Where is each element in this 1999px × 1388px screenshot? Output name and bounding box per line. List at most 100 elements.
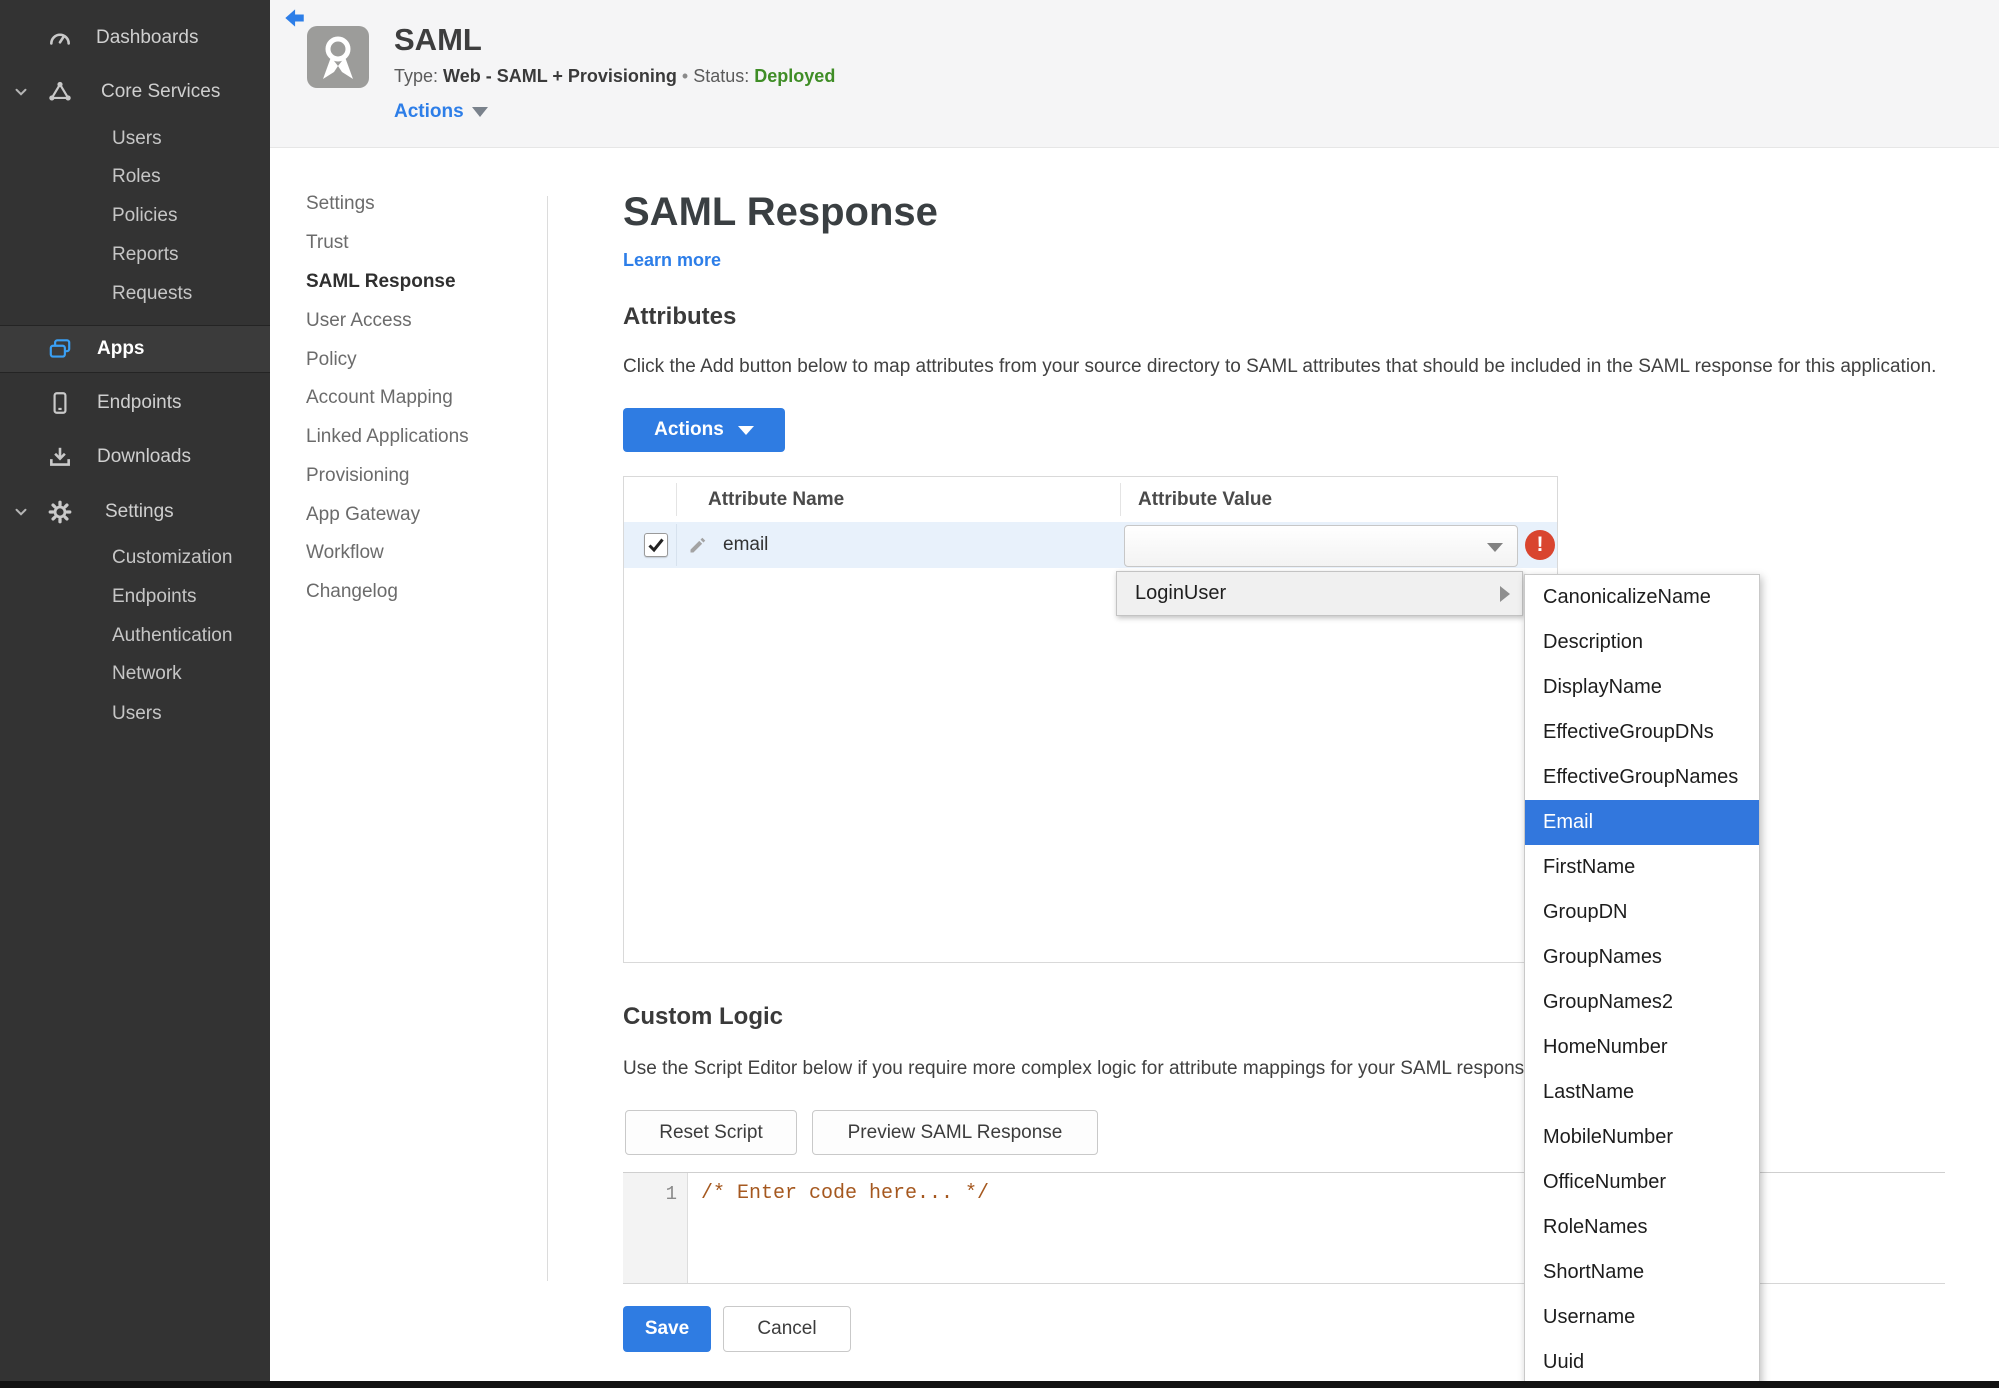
edit-pencil-icon[interactable] [688,535,708,555]
value-submenu: CanonicalizeName Description DisplayName… [1524,574,1760,1386]
sidebar-item-label: Users [112,703,162,724]
tab-settings[interactable]: Settings [306,193,375,215]
apps-icon [49,339,71,358]
sidebar-item-label: Roles [112,166,161,187]
nav-divider [547,196,548,1281]
menu-item[interactable]: Description [1525,620,1759,665]
sidebar-item-label: Core Services [101,81,221,102]
preview-saml-response-button[interactable]: Preview SAML Response [812,1110,1098,1155]
actions-button[interactable]: Actions [623,408,785,452]
menu-item[interactable]: OfficeNumber [1525,1160,1759,1205]
menu-item[interactable]: LastName [1525,1070,1759,1115]
menu-item[interactable]: GroupNames2 [1525,980,1759,1025]
row-divider [676,524,677,566]
page-title: SAML [394,22,482,57]
menu-item[interactable]: GroupNames [1525,935,1759,980]
sidebar-item-endpoints[interactable]: Endpoints [0,383,270,423]
chevron-down-icon[interactable] [12,83,30,101]
dashboard-gauge-icon [50,33,70,45]
tab-user-access[interactable]: User Access [306,310,412,332]
sidebar-item-policies[interactable]: Policies [0,196,270,236]
attributes-table: Attribute Name Attribute Value email ! [623,476,1558,963]
type-label: Type: [394,66,439,86]
sidebar-item-label: Settings [105,501,174,522]
sidebar-item-dashboards[interactable]: Dashboards [0,18,270,58]
sidebar-item-endpoints-settings[interactable]: Endpoints [0,577,270,617]
menu-item[interactable]: EffectiveGroupDNs [1525,710,1759,755]
sidebar-item-label: Dashboards [96,27,199,48]
tab-workflow[interactable]: Workflow [306,542,384,564]
editor-gutter: 1 [623,1173,688,1283]
chevron-down-icon [471,107,488,117]
menu-item[interactable]: RoleNames [1525,1205,1759,1250]
chevron-down-icon [737,425,754,435]
sidebar-item-downloads[interactable]: Downloads [0,437,270,477]
save-button[interactable]: Save [623,1306,711,1352]
row-checkbox[interactable] [644,533,668,557]
tab-trust[interactable]: Trust [306,232,349,254]
tab-linked-applications[interactable]: Linked Applications [306,426,469,448]
custom-logic-description: Use the Script Editor below if you requi… [623,1058,1540,1079]
value-menu-root[interactable]: LoginUser [1116,571,1523,616]
attribute-value-combobox[interactable] [1124,525,1518,567]
sidebar-item-apps[interactable]: Apps [0,325,270,373]
type-value: Web - SAML + Provisioning [443,66,677,86]
cancel-button[interactable]: Cancel [723,1306,851,1352]
menu-item[interactable]: GroupDN [1525,890,1759,935]
tab-policy[interactable]: Policy [306,349,357,371]
sidebar-item-label: Policies [112,205,178,226]
sidebar-item-requests[interactable]: Requests [0,274,270,314]
sidebar-item-network[interactable]: Network [0,654,270,694]
tab-saml-response[interactable]: SAML Response [306,271,456,293]
menu-item[interactable]: Username [1525,1295,1759,1340]
app-root: Dashboards Core Services Users Roles Pol… [0,0,1999,1388]
menu-item[interactable]: ShortName [1525,1250,1759,1295]
checkmark-icon [648,538,664,553]
sidebar-item-users[interactable]: Users [0,119,270,159]
column-divider [676,483,677,516]
sidebar-item-label: Endpoints [112,586,197,607]
bottom-edge-bar [0,1381,1999,1388]
menu-item[interactable]: DisplayName [1525,665,1759,710]
sidebar-item-label: Apps [97,338,145,359]
chevron-down-icon [1487,543,1503,552]
editor-code[interactable]: /* Enter code here... */ [701,1182,989,1205]
menu-item[interactable]: HomeNumber [1525,1025,1759,1070]
award-ribbon-icon [323,36,353,79]
sidebar-item-users-settings[interactable]: Users [0,694,270,734]
tab-provisioning[interactable]: Provisioning [306,465,410,487]
back-arrow-icon[interactable] [281,5,307,31]
section-title: SAML Response [623,190,938,234]
learn-more-link[interactable]: Learn more [623,250,721,271]
sidebar-item-label: Downloads [97,446,191,467]
menu-item[interactable]: Uuid [1525,1340,1759,1385]
menu-item[interactable]: MobileNumber [1525,1115,1759,1160]
endpoints-phone-icon [53,392,67,414]
sidebar-item-authentication[interactable]: Authentication [0,616,270,656]
sidebar-item-label: Customization [112,547,233,568]
tab-app-gateway[interactable]: App Gateway [306,504,420,526]
menu-item[interactable]: EffectiveGroupNames [1525,755,1759,800]
chevron-down-icon[interactable] [12,503,30,521]
sidebar-item-reports[interactable]: Reports [0,235,270,275]
sidebar-item-roles[interactable]: Roles [0,157,270,197]
core-services-icon [49,81,71,101]
sidebar-item-label: Reports [112,244,179,265]
menu-item[interactable]: FirstName [1525,845,1759,890]
header-actions-menu[interactable]: Actions [394,101,488,123]
sidebar-item-customization[interactable]: Customization [0,538,270,578]
table-row[interactable]: email ! [624,522,1557,568]
tab-changelog[interactable]: Changelog [306,581,398,603]
dot-separator: • [681,66,689,86]
column-header-value: Attribute Value [1138,489,1273,510]
tab-account-mapping[interactable]: Account Mapping [306,387,453,409]
sidebar-item-label: Endpoints [97,392,182,413]
submenu-arrow-icon [1500,585,1510,602]
app-meta: Type: Web - SAML + Provisioning • Status… [394,66,835,87]
menu-item[interactable]: CanonicalizeName [1525,575,1759,620]
sidebar-item-core-services[interactable]: Core Services [0,72,270,112]
menu-item-selected[interactable]: Email [1525,800,1759,845]
reset-script-button[interactable]: Reset Script [625,1110,797,1155]
sidebar-item-settings[interactable]: Settings [0,492,270,532]
header-actions-label: Actions [394,101,464,122]
